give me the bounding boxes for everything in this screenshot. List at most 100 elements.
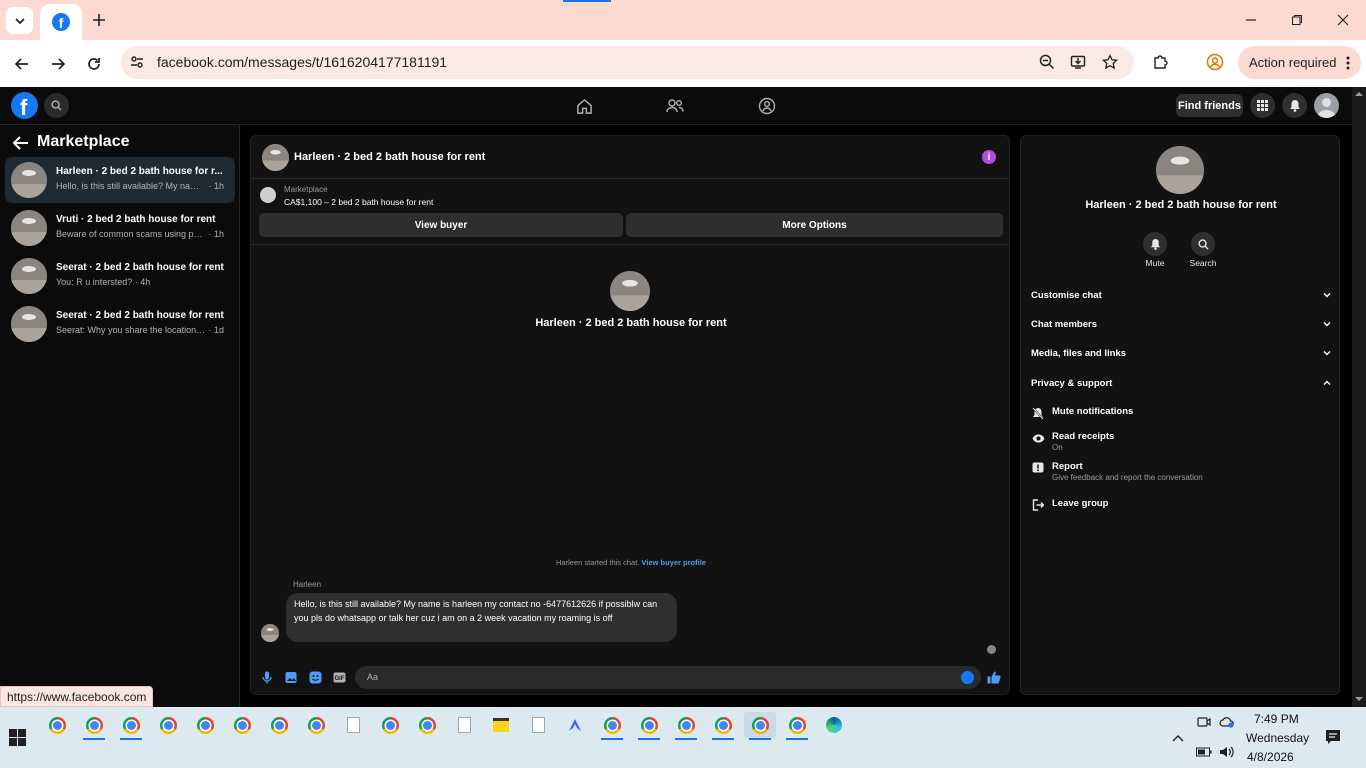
reload-button[interactable] (82, 52, 106, 76)
taskbar-chrome-app[interactable] (115, 712, 147, 740)
search-in-chat-button[interactable] (1191, 232, 1215, 256)
find-friends-button[interactable]: Find friends (1176, 94, 1243, 117)
chat-members-section[interactable]: Chat members (1031, 319, 1331, 335)
friends-nav-button[interactable] (664, 96, 686, 116)
menu-button[interactable] (1250, 93, 1275, 118)
chat-center-avatar (610, 271, 650, 311)
taskbar-chrome-app[interactable] (152, 712, 184, 738)
action-required-button[interactable]: Action required (1238, 46, 1361, 79)
like-button[interactable] (987, 670, 1001, 684)
taskbar-chrome-app[interactable] (189, 712, 221, 738)
new-tab-button[interactable] (88, 9, 110, 31)
view-buyer-button[interactable]: View buyer (259, 213, 623, 237)
taskbar-chrome-app[interactable] (78, 712, 110, 740)
scroll-up-icon (1355, 92, 1363, 96)
conversation-item[interactable]: Seerat · 2 bed 2 bath house for rent See… (5, 301, 235, 347)
gif-button[interactable]: GIF (332, 670, 346, 684)
clock-date[interactable]: 4/8/2026 (1247, 750, 1294, 764)
voice-clip-button[interactable] (260, 670, 274, 684)
option-label: Report (1052, 461, 1083, 472)
conversation-item[interactable]: Harleen · 2 bed 2 bath house for r... He… (5, 157, 235, 203)
more-options-button[interactable]: More Options (626, 213, 1003, 237)
volume-icon[interactable] (1219, 744, 1235, 760)
battery-icon[interactable] (1196, 744, 1212, 760)
facebook-search-button[interactable] (44, 93, 69, 118)
back-arrow-icon[interactable] (12, 135, 30, 151)
site-info-button[interactable] (127, 52, 147, 72)
meet-now-icon[interactable] (1196, 714, 1212, 730)
profile-button[interactable] (1205, 52, 1225, 72)
taskbar-chrome-app[interactable] (633, 712, 665, 740)
install-app-button[interactable] (1068, 52, 1088, 72)
bell-icon (1289, 100, 1300, 112)
mute-notifications-option[interactable]: Mute notifications (1031, 406, 1331, 422)
info-icon[interactable]: i (982, 150, 996, 164)
taskbar-edge-app[interactable] (818, 712, 850, 738)
zoom-button[interactable] (1037, 52, 1057, 72)
media-files-links-section[interactable]: Media, files and links (1031, 348, 1331, 364)
taskbar-chrome-app[interactable] (226, 712, 258, 738)
taskbar-vpn-app[interactable] (559, 712, 591, 738)
taskbar-chrome-app[interactable] (411, 712, 443, 738)
chat-avatar[interactable] (262, 144, 289, 171)
chat-scrollbar[interactable] (1009, 244, 1010, 656)
minimize-button[interactable] (1240, 9, 1262, 31)
attach-photo-button[interactable] (284, 670, 298, 684)
close-window-button[interactable] (1332, 9, 1354, 31)
clock-day[interactable]: Wednesday (1246, 731, 1309, 745)
onedrive-icon[interactable] (1219, 714, 1235, 730)
notification-center-button[interactable] (1325, 729, 1341, 745)
chat-panel: Harleen · 2 bed 2 bath house for rent i … (250, 135, 1010, 695)
conversation-item[interactable]: Seerat · 2 bed 2 bath house for rent You… (5, 253, 235, 299)
message-input[interactable]: Aa (355, 666, 981, 689)
taskbar-chrome-app[interactable] (300, 712, 332, 738)
taskbar-file-app[interactable] (337, 712, 369, 738)
search-label: Search (1189, 258, 1217, 268)
taskbar-chrome-app[interactable] (707, 712, 739, 740)
message-bubble[interactable]: Hello, is this still available? My name … (286, 593, 677, 642)
taskbar-file-app[interactable] (448, 712, 480, 738)
install-icon (1070, 55, 1086, 69)
chrome-icon (751, 716, 769, 734)
taskbar-chrome-app-active[interactable] (744, 712, 776, 740)
minimize-icon (1246, 19, 1256, 21)
forward-button[interactable] (46, 52, 70, 76)
windows-start-icon[interactable] (9, 729, 26, 746)
report-option[interactable]: Report Give feedback and report the conv… (1031, 461, 1331, 485)
home-nav-button[interactable] (573, 96, 595, 116)
info-avatar[interactable] (1156, 146, 1204, 194)
mute-button[interactable] (1143, 232, 1167, 256)
taskbar-chrome-app[interactable] (670, 712, 702, 740)
clock-time[interactable]: 7:49 PM (1254, 712, 1299, 726)
show-hidden-icons-button[interactable] (1170, 730, 1186, 746)
tab-search-button[interactable] (6, 7, 33, 34)
view-buyer-profile-link[interactable]: View buyer profile (642, 558, 706, 567)
emoji-icon[interactable] (961, 671, 974, 684)
url-text[interactable]: facebook.com/messages/t/1616204177181191 (157, 54, 447, 70)
facebook-logo-icon[interactable]: f (11, 92, 38, 119)
account-avatar[interactable] (1314, 93, 1339, 118)
read-receipts-option[interactable]: Read receipts On (1031, 431, 1331, 455)
groups-nav-button[interactable] (756, 96, 778, 116)
back-button[interactable] (10, 52, 34, 76)
tab-facebook[interactable]: f (40, 4, 82, 40)
taskbar-chrome-app[interactable] (596, 712, 628, 740)
privacy-support-section[interactable]: Privacy & support (1031, 378, 1331, 394)
restore-button[interactable] (1286, 9, 1308, 31)
taskbar-chrome-app[interactable] (263, 712, 295, 738)
taskbar-chrome-app[interactable] (41, 712, 73, 738)
bookmark-button[interactable] (1100, 52, 1120, 72)
taskbar-chrome-app[interactable] (374, 712, 406, 738)
extensions-button[interactable] (1151, 52, 1171, 72)
taskbar-file-app[interactable] (522, 712, 554, 738)
listing-title[interactable]: CA$1,100 – 2 bed 2 bath house for rent (284, 197, 433, 207)
conversation-item[interactable]: Vruti · 2 bed 2 bath house for rent Bewa… (5, 205, 235, 251)
page-scrollbar[interactable] (1352, 87, 1366, 707)
sticker-button[interactable] (308, 670, 322, 684)
customise-chat-section[interactable]: Customise chat (1031, 290, 1331, 306)
taskbar-notes-app[interactable] (485, 712, 517, 738)
notifications-button[interactable] (1282, 93, 1307, 118)
leave-group-option[interactable]: Leave group (1031, 498, 1331, 514)
taskbar-chrome-app[interactable] (781, 712, 813, 740)
chat-title[interactable]: Harleen · 2 bed 2 bath house for rent (294, 151, 485, 163)
